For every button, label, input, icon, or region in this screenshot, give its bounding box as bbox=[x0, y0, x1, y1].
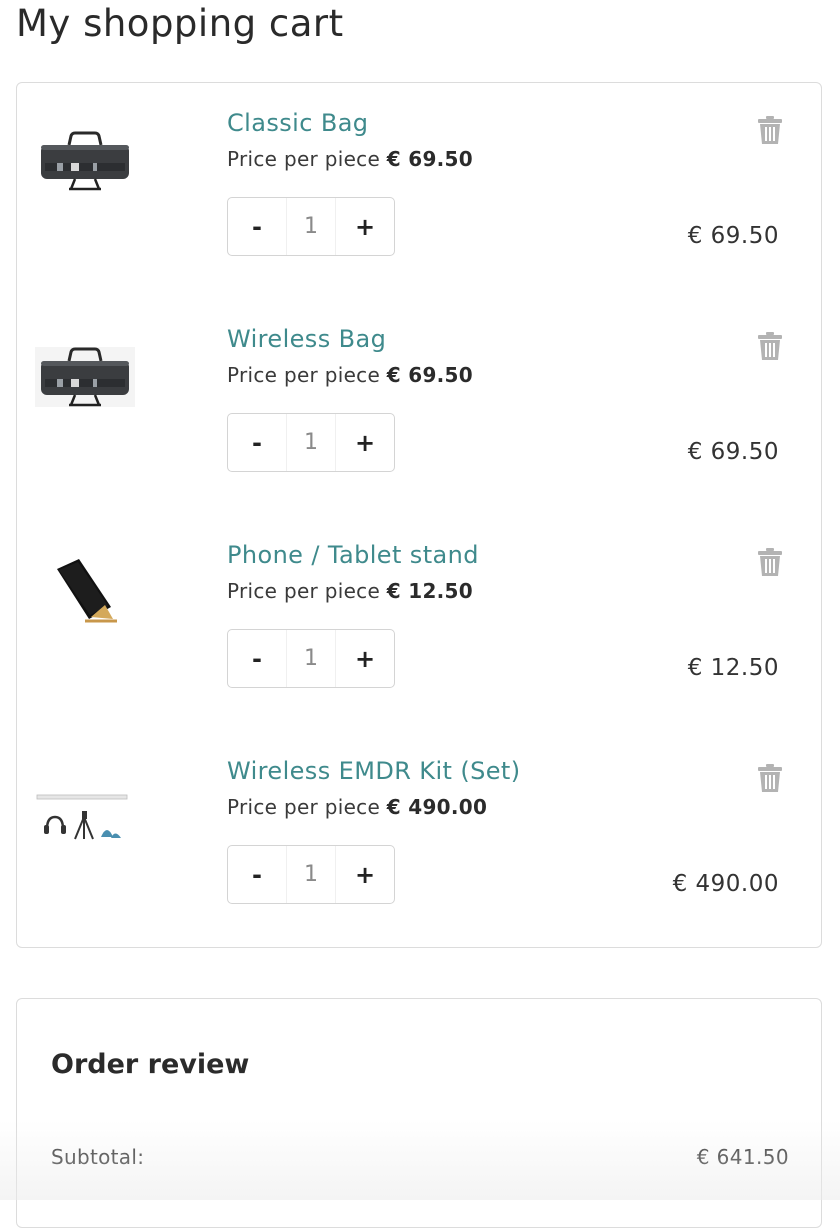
item-name[interactable]: Classic Bag bbox=[227, 109, 368, 137]
unit-price: € 69.50 bbox=[386, 147, 473, 171]
page-title: My shopping cart bbox=[16, 2, 344, 45]
cart-item: Wireless Bag Price per piece € 69.50 - 1… bbox=[17, 299, 823, 515]
line-total: € 490.00 bbox=[672, 871, 779, 897]
item-name[interactable]: Phone / Tablet stand bbox=[227, 541, 479, 569]
trash-icon[interactable] bbox=[757, 547, 783, 577]
trash-icon[interactable] bbox=[757, 331, 783, 361]
cart-list: Classic Bag Price per piece € 69.50 - 1 … bbox=[16, 82, 822, 948]
emdr-kit-image bbox=[35, 751, 135, 841]
bag-image bbox=[35, 319, 135, 409]
price-per-piece: Price per piece € 69.50 bbox=[227, 363, 473, 387]
increment-button[interactable]: + bbox=[336, 414, 394, 471]
quantity-stepper: - 1 + bbox=[227, 845, 395, 904]
quantity-stepper: - 1 + bbox=[227, 197, 395, 256]
price-per-piece: Price per piece € 69.50 bbox=[227, 147, 473, 171]
line-total: € 12.50 bbox=[687, 655, 779, 681]
unit-price: € 69.50 bbox=[386, 363, 473, 387]
trash-icon[interactable] bbox=[757, 115, 783, 145]
increment-button[interactable]: + bbox=[336, 846, 394, 903]
price-label: Price per piece bbox=[227, 147, 387, 171]
order-review-panel: Order review Subtotal: € 641.50 bbox=[16, 998, 822, 1228]
order-review-title: Order review bbox=[51, 1049, 250, 1080]
price-per-piece: Price per piece € 12.50 bbox=[227, 579, 473, 603]
quantity-input[interactable]: 1 bbox=[286, 198, 336, 255]
price-label: Price per piece bbox=[227, 579, 387, 603]
quantity-stepper: - 1 + bbox=[227, 413, 395, 472]
quantity-input[interactable]: 1 bbox=[286, 414, 336, 471]
trash-icon[interactable] bbox=[757, 763, 783, 793]
unit-price: € 12.50 bbox=[386, 579, 473, 603]
subtotal-value: € 641.50 bbox=[696, 1145, 789, 1169]
decrement-button[interactable]: - bbox=[228, 846, 286, 903]
unit-price: € 490.00 bbox=[386, 795, 488, 819]
quantity-input[interactable]: 1 bbox=[286, 630, 336, 687]
bag-image bbox=[35, 103, 135, 193]
price-label: Price per piece bbox=[227, 363, 387, 387]
item-name[interactable]: Wireless Bag bbox=[227, 325, 386, 353]
decrement-button[interactable]: - bbox=[228, 198, 286, 255]
increment-button[interactable]: + bbox=[336, 630, 394, 687]
cart-item: Wireless EMDR Kit (Set) Price per piece … bbox=[17, 731, 823, 947]
increment-button[interactable]: + bbox=[336, 198, 394, 255]
cart-item: Classic Bag Price per piece € 69.50 - 1 … bbox=[17, 83, 823, 299]
tablet-stand-image bbox=[35, 535, 135, 625]
decrement-button[interactable]: - bbox=[228, 630, 286, 687]
price-per-piece: Price per piece € 490.00 bbox=[227, 795, 487, 819]
quantity-stepper: - 1 + bbox=[227, 629, 395, 688]
item-name[interactable]: Wireless EMDR Kit (Set) bbox=[227, 757, 521, 785]
decrement-button[interactable]: - bbox=[228, 414, 286, 471]
cart-item: Phone / Tablet stand Price per piece € 1… bbox=[17, 515, 823, 731]
price-label: Price per piece bbox=[227, 795, 387, 819]
line-total: € 69.50 bbox=[687, 439, 779, 465]
quantity-input[interactable]: 1 bbox=[286, 846, 336, 903]
subtotal-label: Subtotal: bbox=[51, 1145, 145, 1169]
line-total: € 69.50 bbox=[687, 223, 779, 249]
